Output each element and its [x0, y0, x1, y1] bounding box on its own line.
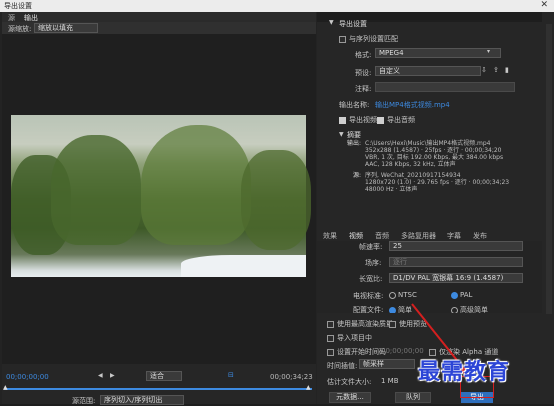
watermark-logo: 最需教育: [418, 359, 511, 385]
annotation-arrow: [411, 303, 470, 378]
